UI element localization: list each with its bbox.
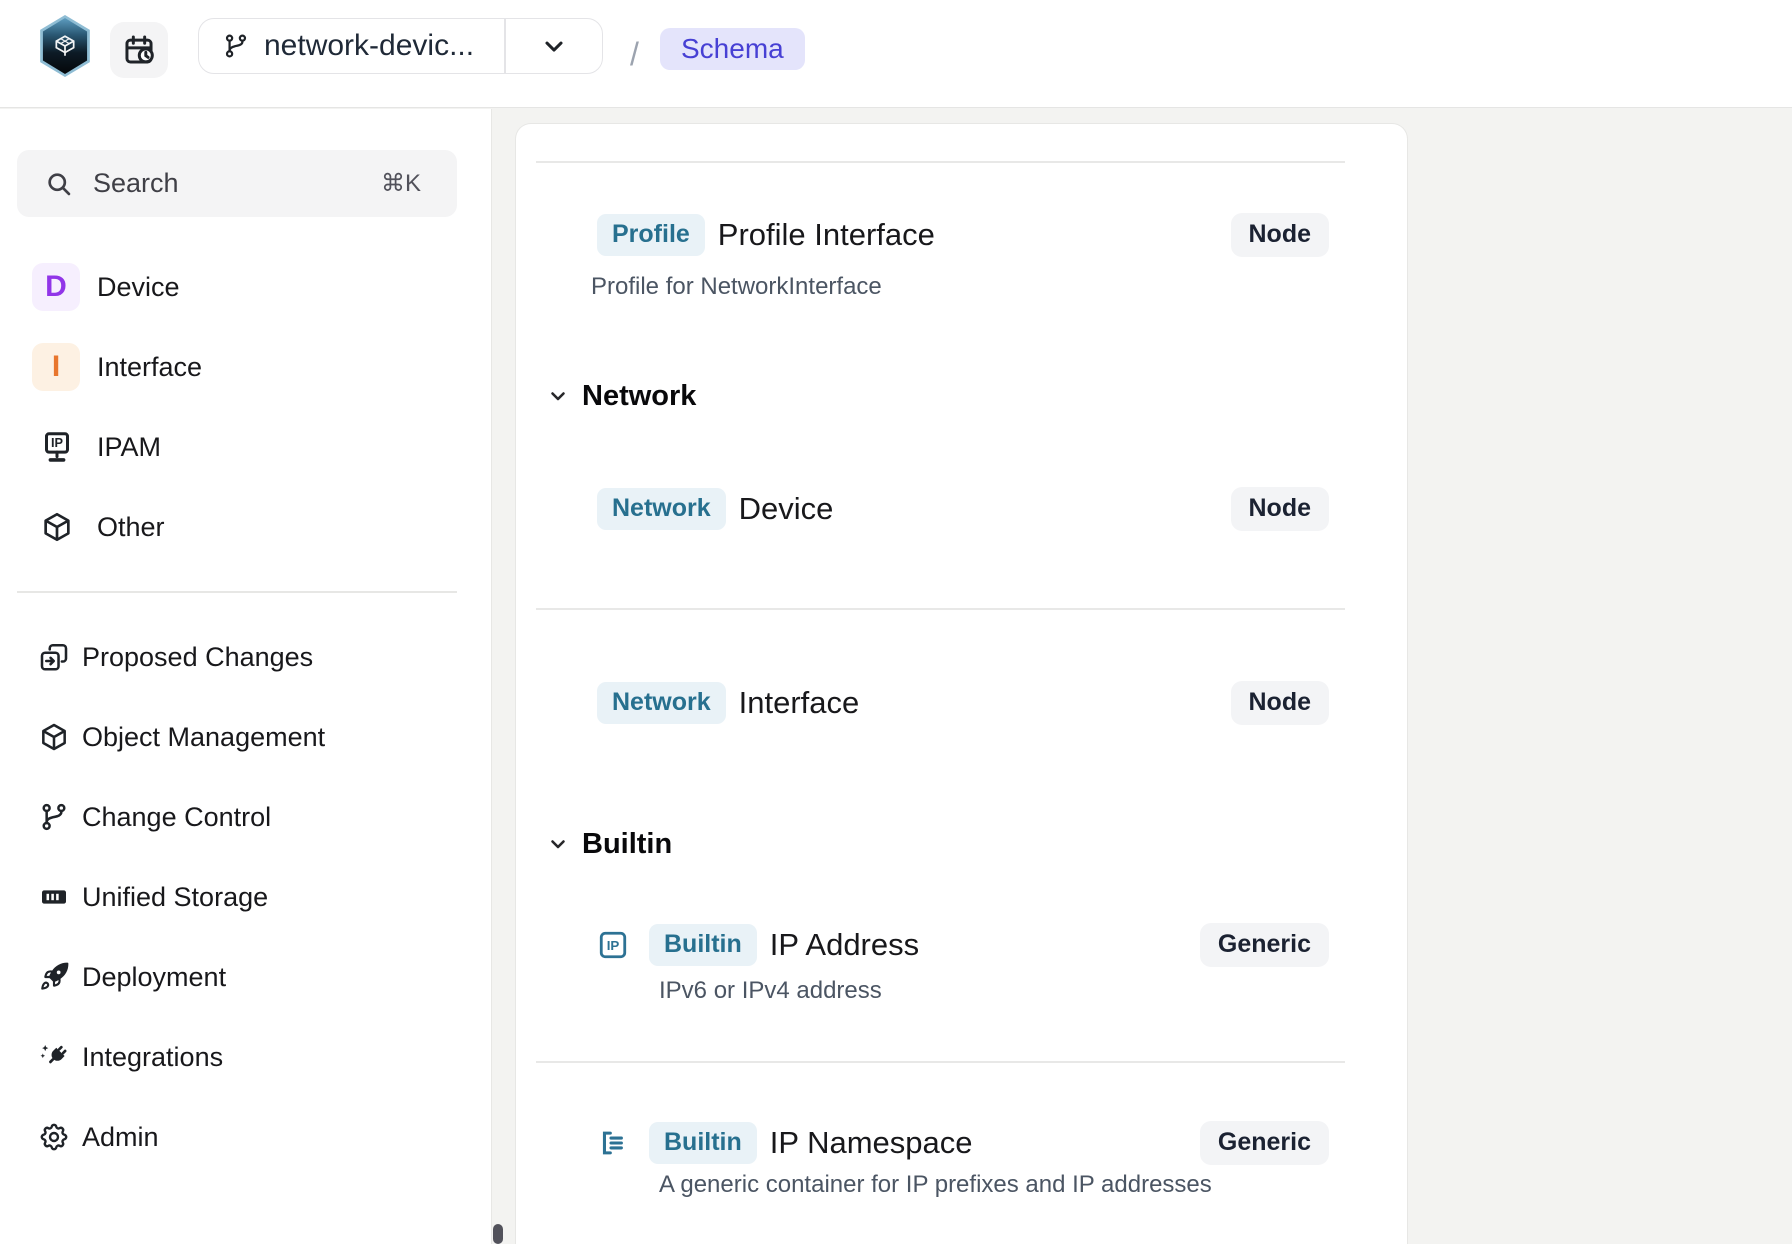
schema-row-device[interactable]: Network Device Node (597, 487, 1329, 531)
app-window: network-devic... / Schema Search ⌘K D De… (0, 0, 1792, 1244)
row-divider (536, 608, 1345, 610)
sidebar-item-interface[interactable]: I Interface (0, 343, 492, 391)
sidebar-item-label: Other (97, 512, 165, 543)
sidebar: Search ⌘K D Device I Interface IP IPAM (0, 109, 492, 1244)
schema-row-title: Interface (739, 685, 860, 721)
section-header-network[interactable]: Network (546, 376, 696, 416)
sidebar-item-proposed-changes[interactable]: Proposed Changes (0, 633, 492, 681)
sidebar-item-label: Interface (97, 352, 202, 383)
breadcrumb-schema-link[interactable]: Schema (660, 28, 805, 70)
sidebar-item-label: Object Management (82, 722, 325, 753)
schema-row-title: IP Namespace (770, 1125, 973, 1161)
namespace-badge: Builtin (649, 1122, 757, 1164)
ipam-monitor-icon: IP (38, 423, 76, 471)
sidebar-item-admin[interactable]: Admin (0, 1113, 492, 1161)
schema-row-profile-interface[interactable]: Profile Profile Interface Node (597, 213, 1329, 257)
cube-icon (38, 503, 76, 551)
kind-badge: Generic (1200, 923, 1329, 967)
chevron-down-icon (546, 384, 570, 408)
namespace-badge: Builtin (649, 924, 757, 966)
git-branch-icon (35, 793, 73, 841)
branch-selector[interactable]: network-devic... (198, 18, 603, 74)
ip-address-icon: IP (597, 929, 629, 961)
svg-text:IP: IP (607, 938, 620, 953)
git-branch-icon (222, 32, 250, 60)
branch-selector-current[interactable]: network-devic... (199, 19, 504, 73)
schema-row-ip-namespace[interactable]: Builtin IP Namespace Generic (597, 1121, 1329, 1165)
row-divider (536, 1061, 1345, 1063)
namespace-badge: Network (597, 488, 726, 530)
branch-dropdown-toggle[interactable] (506, 32, 603, 60)
date-time-selector-button[interactable] (110, 22, 168, 78)
sidebar-item-label: Unified Storage (82, 882, 268, 913)
interface-letter-icon: I (32, 343, 80, 391)
namespace-badge: Network (597, 682, 726, 724)
sidebar-item-integrations[interactable]: Integrations (0, 1033, 492, 1081)
schema-row-description: IPv6 or IPv4 address (659, 977, 882, 1005)
logo-cube-icon (52, 33, 78, 59)
schema-row-title: IP Address (770, 927, 919, 963)
scrollbar-thumb[interactable] (493, 1224, 503, 1244)
proposed-changes-icon (35, 633, 73, 681)
device-letter-icon: D (32, 263, 80, 311)
chevron-down-icon (540, 32, 568, 60)
section-label: Network (582, 380, 696, 413)
search-shortcut: ⌘K (381, 169, 421, 198)
storage-icon (35, 873, 73, 921)
app-logo[interactable] (38, 15, 92, 77)
search-placeholder: Search (93, 168, 179, 199)
schema-row-ip-address[interactable]: IP Builtin IP Address Generic (597, 923, 1329, 967)
sidebar-item-object-management[interactable]: Object Management (0, 713, 492, 761)
sidebar-item-label: Proposed Changes (82, 642, 313, 673)
schema-row-description: A generic container for IP prefixes and … (659, 1171, 1212, 1199)
sidebar-item-deployment[interactable]: Deployment (0, 953, 492, 1001)
breadcrumb-separator: / (630, 0, 639, 108)
sidebar-item-other[interactable]: Other (0, 503, 492, 551)
search-input[interactable]: Search ⌘K (17, 150, 457, 217)
sidebar-item-device[interactable]: D Device (0, 263, 492, 311)
schema-row-title: Profile Interface (718, 217, 935, 253)
kind-badge: Node (1231, 487, 1330, 531)
rocket-icon (35, 953, 73, 1001)
schema-list-panel: Profile Profile Interface Node Profile f… (515, 123, 1408, 1244)
schema-row-description: Profile for NetworkInterface (591, 273, 882, 301)
sidebar-item-label: IPAM (97, 432, 161, 463)
sidebar-divider (17, 591, 457, 593)
ip-namespace-icon (597, 1127, 629, 1159)
sidebar-item-label: Device (97, 272, 180, 303)
sidebar-item-unified-storage[interactable]: Unified Storage (0, 873, 492, 921)
app-logo-hexagon (41, 18, 89, 74)
kind-badge: Node (1231, 681, 1330, 725)
sidebar-item-label: Admin (82, 1122, 159, 1153)
schema-row-interface[interactable]: Network Interface Node (597, 681, 1329, 725)
branch-name: network-devic... (264, 29, 474, 63)
gear-icon (35, 1113, 73, 1161)
chevron-down-icon (546, 832, 570, 856)
calendar-clock-icon (122, 33, 156, 67)
sidebar-item-label: Deployment (82, 962, 226, 993)
sidebar-item-label: Integrations (82, 1042, 223, 1073)
search-icon (45, 170, 73, 198)
section-header-builtin[interactable]: Builtin (546, 824, 672, 864)
namespace-badge: Profile (597, 214, 705, 256)
kind-badge: Node (1231, 213, 1330, 257)
sidebar-item-ipam[interactable]: IP IPAM (0, 423, 492, 471)
plug-icon (35, 1033, 73, 1081)
svg-text:IP: IP (51, 435, 64, 450)
kind-badge: Generic (1200, 1121, 1329, 1165)
sidebar-item-change-control[interactable]: Change Control (0, 793, 492, 841)
top-header: network-devic... / Schema (0, 0, 1792, 108)
schema-row-title: Device (739, 491, 834, 527)
sidebar-item-label: Change Control (82, 802, 271, 833)
row-divider (536, 161, 1345, 163)
cube-icon (35, 713, 73, 761)
section-label: Builtin (582, 828, 672, 861)
